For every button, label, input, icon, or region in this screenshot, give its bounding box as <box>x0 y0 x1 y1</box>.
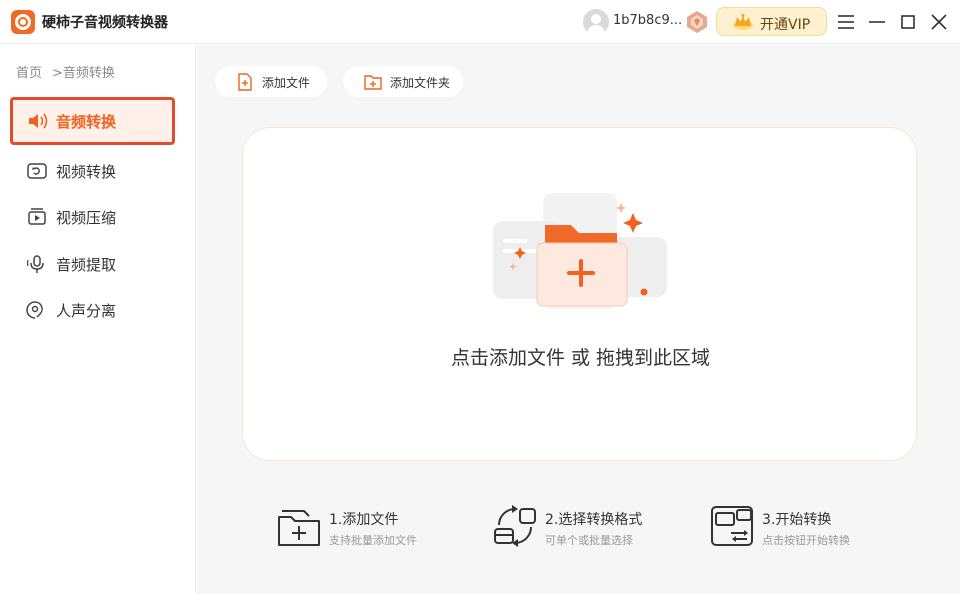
file-drop-zone[interactable]: 点击添加文件 或 拖拽到此区域 <box>242 127 917 461</box>
breadcrumb-home[interactable]: 首页 <box>16 66 42 81</box>
open-vip-button[interactable]: 开通VIP <box>716 7 827 36</box>
menu-icon[interactable] <box>834 10 858 34</box>
sidebar-item-label: 视频压缩 <box>56 209 117 227</box>
close-icon[interactable] <box>927 10 951 34</box>
folder-add-illustration-icon <box>493 193 667 309</box>
member-badge-icon <box>687 11 707 33</box>
sidebar-item-label: 视频转换 <box>56 163 117 181</box>
step-title: 2.选择转换格式 <box>545 512 643 528</box>
vip-label: 开通VIP <box>760 17 811 33</box>
add-folder-icon <box>364 75 382 90</box>
app-logo-icon <box>11 10 35 34</box>
audio-extract-icon <box>26 255 44 273</box>
sidebar-item-audio-convert[interactable]: 音频转换 <box>10 97 175 145</box>
sidebar-item-vocal-separate[interactable]: 人声分离 <box>10 286 175 334</box>
sidebar-item-label: 人声分离 <box>56 302 117 320</box>
username[interactable]: 1b7b8c9... <box>613 13 682 28</box>
step-title: 3.开始转换 <box>762 512 832 528</box>
convert-step-icon <box>711 506 753 546</box>
breadcrumb: 首页 >音频转换 <box>16 62 115 81</box>
format-step-icon <box>494 505 536 547</box>
sidebar-item-video-convert[interactable]: 视频转换 <box>10 147 175 195</box>
add-file-step-icon <box>278 510 320 546</box>
audio-convert-icon <box>29 113 48 129</box>
add-file-button[interactable]: 添加文件 <box>215 66 327 97</box>
breadcrumb-current: >音频转换 <box>52 66 115 81</box>
sidebar-item-audio-extract[interactable]: 音频提取 <box>10 240 175 288</box>
add-file-label: 添加文件 <box>262 76 311 90</box>
sidebar-item-video-compress[interactable]: 视频压缩 <box>10 193 175 241</box>
app-title: 硬柿子音视频转换器 <box>42 15 168 31</box>
maximize-icon[interactable] <box>896 10 920 34</box>
step-start-convert: 3.开始转换 点击按钮开始转换 <box>709 500 919 560</box>
user-avatar[interactable] <box>583 9 609 35</box>
video-compress-icon <box>28 208 46 225</box>
sidebar-item-label: 音频提取 <box>56 256 117 274</box>
crown-icon <box>733 13 753 30</box>
drop-zone-text: 点击添加文件 或 拖拽到此区域 <box>450 347 711 369</box>
add-folder-button[interactable]: 添加文件夹 <box>343 66 463 97</box>
step-desc: 可单个或批量选择 <box>545 534 633 547</box>
title-bar: 硬柿子音视频转换器 1b7b8c9... 开通VIP <box>0 0 960 44</box>
step-title: 1.添加文件 <box>329 512 399 528</box>
vocal-separate-icon <box>26 301 43 319</box>
add-folder-label: 添加文件夹 <box>390 76 451 90</box>
step-add-file: 1.添加文件 支持批量添加文件 <box>276 500 476 560</box>
video-convert-icon <box>27 163 47 179</box>
sidebar: 首页 >音频转换 音频转换 视频转换 视频压缩 音频提取 人声分离 <box>0 45 196 594</box>
step-desc: 支持批量添加文件 <box>329 534 417 547</box>
main-content: 添加文件 添加文件夹 点击添加文件 或 拖拽到此区域 1.添加文件 支持批量添加… <box>197 45 960 594</box>
sidebar-item-label: 音频转换 <box>56 113 117 131</box>
step-desc: 点击按钮开始转换 <box>762 534 850 547</box>
add-file-icon <box>238 73 252 91</box>
minimize-icon[interactable] <box>865 10 889 34</box>
step-select-format: 2.选择转换格式 可单个或批量选择 <box>492 500 702 560</box>
